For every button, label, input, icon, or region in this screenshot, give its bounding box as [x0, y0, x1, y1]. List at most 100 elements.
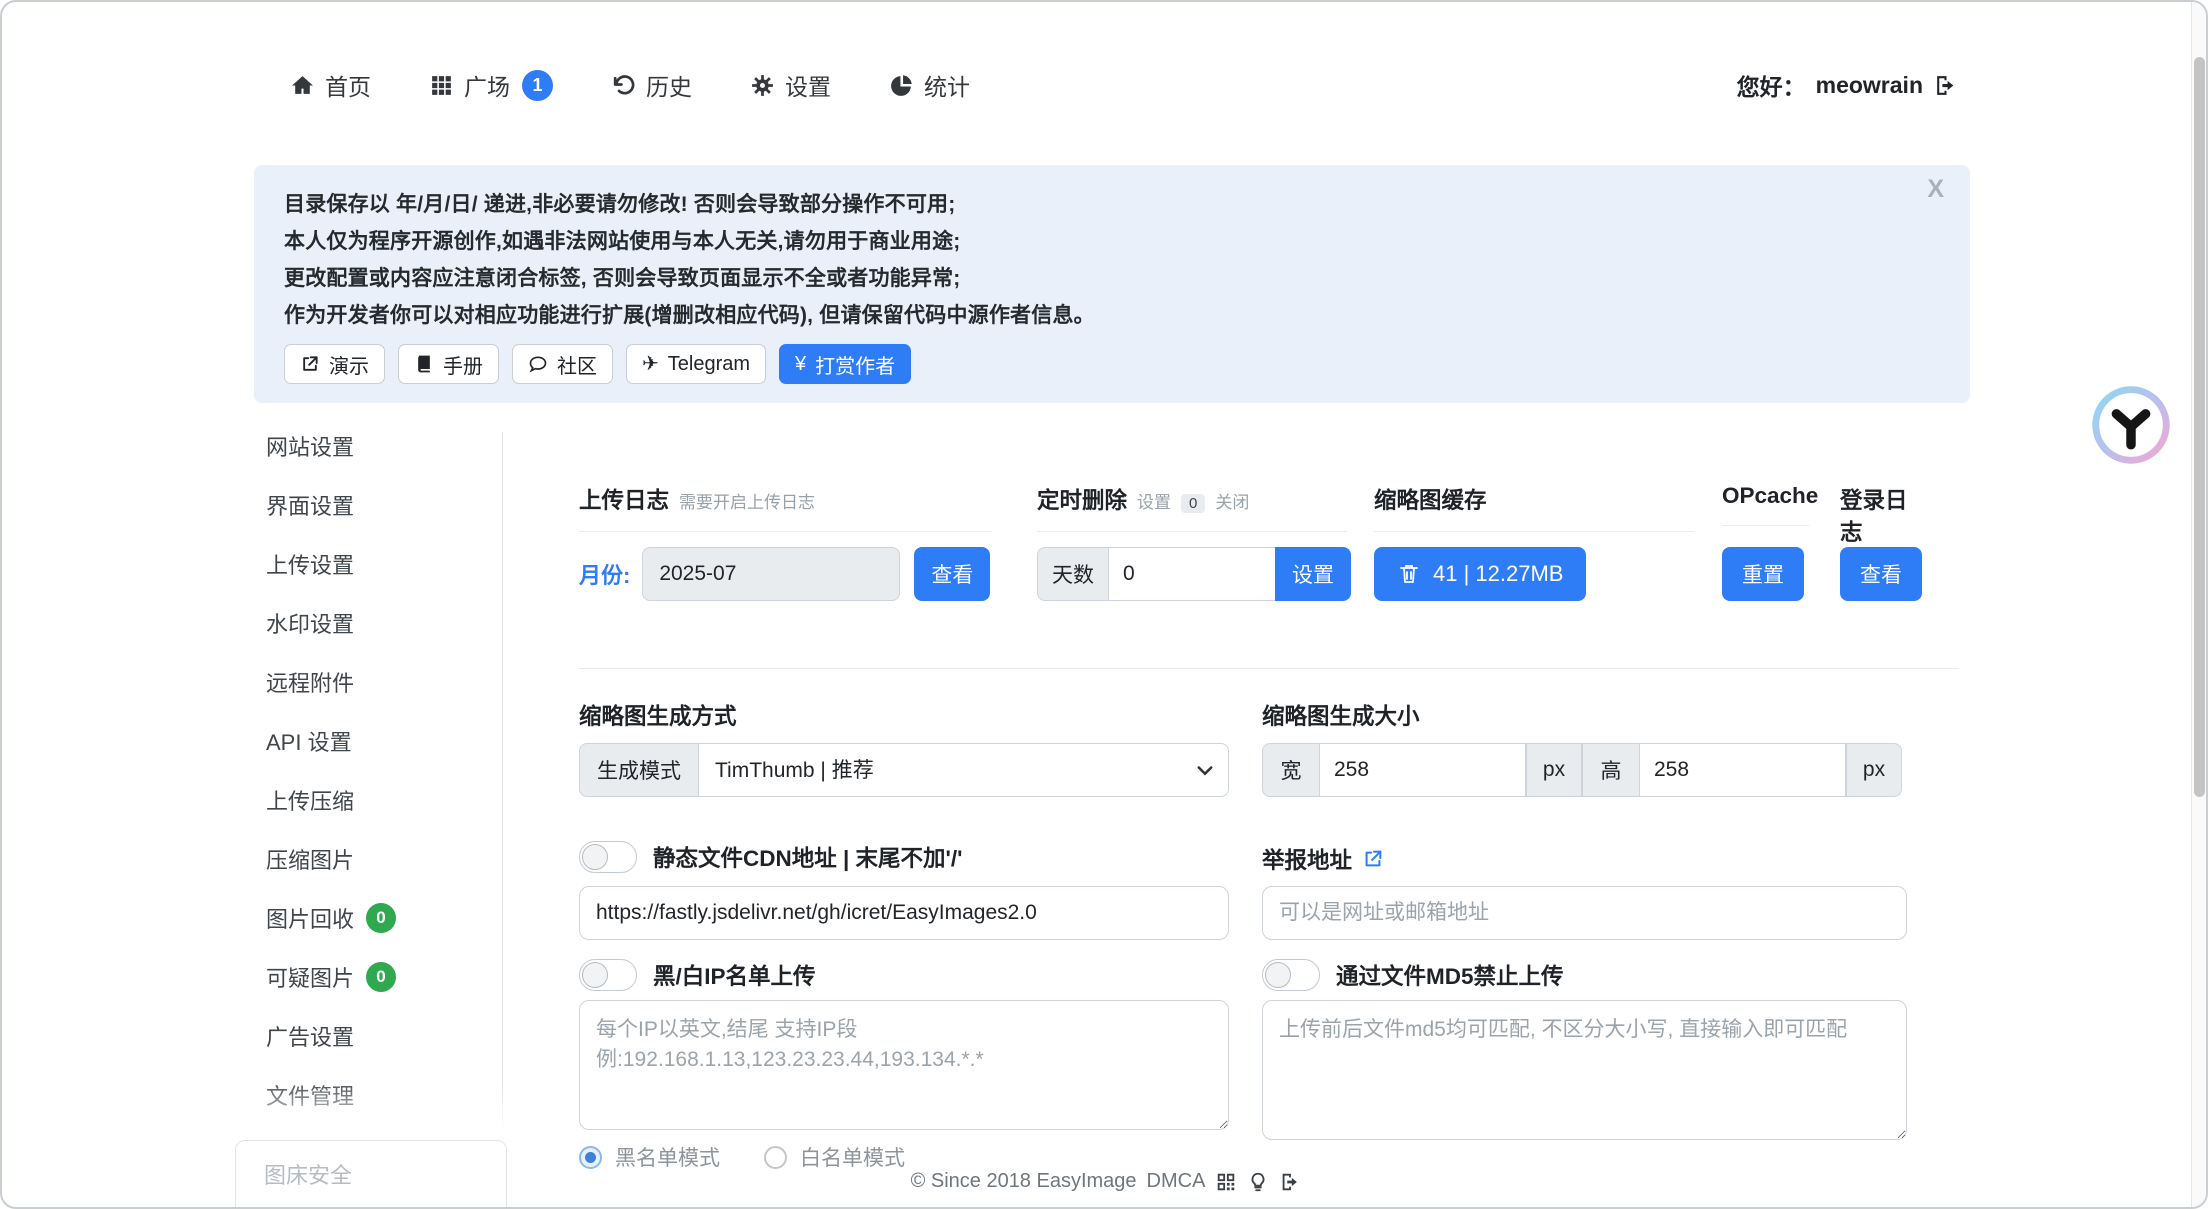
logout-icon[interactable] [1933, 73, 1958, 98]
sidebar-item-compress-image[interactable]: 压缩图片 [254, 829, 502, 888]
login-log-view-button[interactable]: 查看 [1840, 547, 1922, 601]
thumb-size-title: 缩略图生成大小 [1262, 699, 1420, 731]
recycle-count-badge: 0 [366, 903, 396, 933]
thumb-cache-title: 缩略图缓存 [1374, 483, 1487, 515]
brand-logo[interactable] [2088, 382, 2174, 468]
sidebar-item-label: 水印设置 [266, 607, 354, 639]
comment-icon [528, 354, 548, 374]
thumb-cache-panel-header: 缩略图缓存 [1374, 483, 1694, 532]
sidebar-item-watermark[interactable]: 水印设置 [254, 593, 502, 652]
nav-item-plaza[interactable]: 广场 1 [429, 68, 553, 102]
month-input[interactable] [642, 547, 900, 601]
sidebar-item-website[interactable]: 网站设置 [254, 416, 502, 475]
upload-log-view-button[interactable]: 查看 [914, 547, 990, 601]
sidebar-item-label: 上传压缩 [266, 784, 354, 816]
external-link-icon[interactable] [1362, 848, 1384, 870]
sidebar-item-files[interactable]: 文件管理 [254, 1065, 502, 1124]
manual-button-label: 手册 [443, 350, 483, 379]
sidebar-item-label: 文件管理 [266, 1079, 354, 1111]
toggle-knob [1265, 962, 1291, 988]
nav-menu: 首页 广场 1 历史 [254, 68, 970, 102]
book-icon [414, 354, 434, 374]
donate-button[interactable]: ¥ 打赏作者 [779, 344, 911, 384]
sidebar-item-label: 上传设置 [266, 548, 354, 580]
nav-item-home[interactable]: 首页 [290, 68, 371, 102]
opcache-panel-header: OPcache [1722, 483, 1809, 526]
whitelist-mode-radio[interactable]: 白名单模式 [764, 1142, 905, 1172]
vertical-scrollbar[interactable] [2191, 2, 2206, 1207]
sidebar-item-upload[interactable]: 上传设置 [254, 534, 502, 593]
demo-button[interactable]: 演示 [284, 344, 385, 384]
sidebar-item-label: API 设置 [266, 725, 352, 757]
notice-alert: X 目录保存以 年/月/日/ 递进,非必要请勿修改! 否则会导致部分操作不可用;… [254, 165, 1970, 403]
md5-toggle-row: 通过文件MD5禁止上传 [1262, 959, 1564, 991]
qr-code-icon[interactable] [1215, 1171, 1237, 1193]
sidebar-item-interface[interactable]: 界面设置 [254, 475, 502, 534]
nav-item-stats[interactable]: 统计 [889, 68, 970, 102]
plane-icon: ✈ [642, 354, 659, 374]
sidebar-item-ads[interactable]: 广告设置 [254, 1006, 502, 1065]
cdn-url-input[interactable] [579, 886, 1229, 940]
upload-log-controls: 月份: 查看 [579, 547, 990, 601]
sidebar-item-api[interactable]: API 设置 [254, 711, 502, 770]
manual-button[interactable]: 手册 [398, 344, 499, 384]
nav-item-history[interactable]: 历史 [611, 68, 692, 102]
grid-icon [429, 73, 454, 98]
height-input[interactable] [1639, 743, 1846, 797]
copyright-text: © Since 2018 EasyImage [911, 1170, 1137, 1193]
greeting-label: 您好： [1737, 68, 1806, 102]
cdn-label: 静态文件CDN地址 | 末尾不加'/' [653, 841, 963, 873]
blacklist-mode-radio[interactable]: 黑名单模式 [579, 1142, 720, 1172]
sidebar-item-upload-compress[interactable]: 上传压缩 [254, 770, 502, 829]
logout-icon[interactable] [1279, 1171, 1301, 1193]
md5-toggle[interactable] [1262, 959, 1320, 991]
thumb-size-group: 宽 px 高 px [1262, 743, 1907, 797]
toggle-knob [582, 962, 608, 988]
scrollbar-thumb[interactable] [2194, 57, 2205, 797]
sidebar-item-label: 远程附件 [266, 666, 354, 698]
sidebar-item-recycle[interactable]: 图片回收 0 [254, 888, 502, 947]
opcache-reset-button[interactable]: 重置 [1722, 547, 1804, 601]
ip-filter-toggle[interactable] [579, 959, 637, 991]
width-input[interactable] [1319, 743, 1526, 797]
timed-delete-hint-badge: 0 [1181, 494, 1205, 513]
lightbulb-icon[interactable] [1247, 1171, 1269, 1193]
whitelist-mode-label: 白名单模式 [800, 1142, 905, 1172]
community-button[interactable]: 社区 [512, 344, 613, 384]
upload-log-panel-header: 上传日志 需要开启上传日志 [579, 483, 992, 532]
ip-filter-toggle-row: 黑/白IP名单上传 [579, 959, 816, 991]
md5-textarea[interactable] [1262, 1000, 1907, 1140]
plaza-count-badge: 1 [522, 70, 553, 101]
cdn-toggle[interactable] [579, 841, 637, 873]
nav-item-label: 历史 [646, 68, 692, 102]
nav-item-label: 首页 [325, 68, 371, 102]
user-area: 您好： meowrain [1737, 68, 1958, 102]
dmca-link[interactable]: DMCA [1147, 1170, 1206, 1193]
username: meowrain [1816, 72, 1923, 99]
mode-addon: 生成模式 [579, 743, 699, 797]
sidebar-item-label: 可疑图片 [266, 961, 354, 993]
yen-icon: ¥ [795, 354, 806, 374]
days-input[interactable] [1108, 547, 1276, 601]
demo-button-label: 演示 [329, 350, 369, 379]
opcache-title: OPcache [1722, 483, 1818, 509]
sidebar-item-label: 网站设置 [266, 430, 354, 462]
report-address-input[interactable] [1262, 886, 1907, 940]
upload-log-title: 上传日志 [579, 483, 669, 515]
thumb-cache-clear-button[interactable]: 41 | 12.27MB [1374, 547, 1586, 601]
sidebar-item-suspicious[interactable]: 可疑图片 0 [254, 947, 502, 1006]
thumb-mode-group: 生成模式 TimThumb | 推荐 [579, 743, 1229, 797]
telegram-button[interactable]: ✈ Telegram [626, 344, 766, 384]
close-icon[interactable]: X [1927, 177, 1944, 202]
ip-list-textarea[interactable] [579, 1000, 1229, 1130]
width-addon: 宽 [1262, 743, 1320, 797]
nav-item-label: 设置 [785, 68, 831, 102]
sidebar-item-remote[interactable]: 远程附件 [254, 652, 502, 711]
thumb-mode-select[interactable]: TimThumb | 推荐 [698, 743, 1229, 797]
md5-label: 通过文件MD5禁止上传 [1336, 959, 1564, 991]
height-addon: 高 [1582, 743, 1640, 797]
month-label: 月份: [579, 558, 630, 590]
nav-item-settings[interactable]: 设置 [750, 68, 831, 102]
timed-delete-set-button[interactable]: 设置 [1275, 547, 1351, 601]
timed-delete-title: 定时删除 [1037, 483, 1127, 515]
